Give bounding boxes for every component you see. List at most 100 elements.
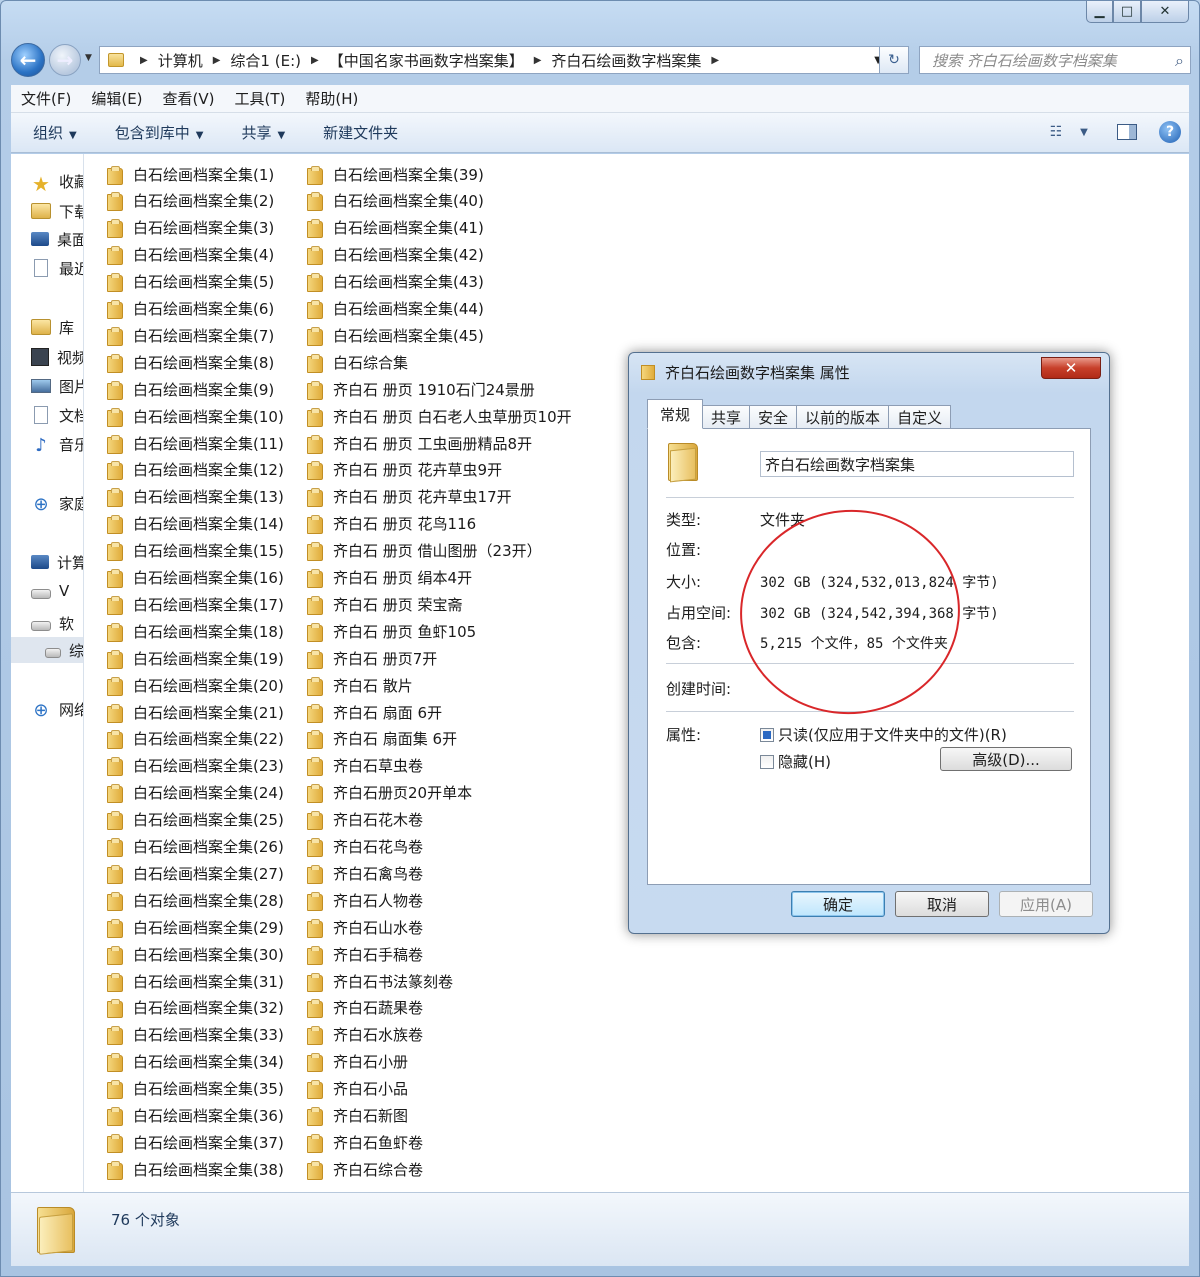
new-folder-button[interactable]: 新建文件夹 — [323, 122, 398, 143]
folder-item[interactable]: 齐白石草虫卷 — [307, 754, 423, 778]
folder-item[interactable]: 齐白石 扇面集 6开 — [307, 727, 457, 751]
folder-item[interactable]: 齐白石 册页 花卉草虫9开 — [307, 458, 502, 482]
search-icon[interactable]: ⌕ — [1175, 51, 1184, 71]
folder-item[interactable]: 白石绘画档案全集(3) — [107, 216, 274, 240]
menu-tools[interactable]: 工具(T) — [235, 88, 286, 109]
crumb-arrow-icon[interactable]: ▶ — [711, 55, 719, 66]
view-dropdown-icon[interactable]: ▼ — [1073, 122, 1095, 142]
folder-item[interactable]: 白石绘画档案全集(43) — [307, 270, 484, 294]
folder-item[interactable]: 白石绘画档案全集(6) — [107, 297, 274, 321]
nav-item[interactable]: 软 — [31, 610, 74, 636]
folder-item[interactable]: 白石绘画档案全集(35) — [107, 1077, 284, 1101]
nav-item[interactable]: ★ 收藏 — [31, 168, 83, 196]
menu-help[interactable]: 帮助(H) — [305, 88, 358, 109]
folder-item[interactable]: 白石绘画档案全集(14) — [107, 512, 284, 536]
folder-item[interactable]: 白石绘画档案全集(37) — [107, 1130, 284, 1154]
nav-item[interactable]: ♪ 音乐 — [31, 431, 83, 457]
nav-item[interactable]: ⊕ 网络 — [31, 696, 83, 722]
nav-item[interactable]: V — [31, 578, 69, 604]
folder-item[interactable]: 白石绘画档案全集(1) — [107, 162, 274, 186]
menu-file[interactable]: 文件(F) — [21, 88, 71, 109]
tab-previous-versions[interactable]: 以前的版本 — [796, 405, 890, 429]
nav-item[interactable]: 最近 — [31, 255, 83, 281]
folder-item[interactable]: 齐白石综合卷 — [307, 1157, 423, 1181]
folder-item[interactable]: 白石绘画档案全集(28) — [107, 888, 284, 912]
nav-item[interactable]: 计算 — [31, 549, 83, 575]
folder-item[interactable]: 齐白石花木卷 — [307, 808, 423, 832]
folder-item[interactable]: 白石绘画档案全集(21) — [107, 700, 284, 724]
nav-item[interactable]: 下载 — [31, 198, 83, 224]
close-button[interactable]: ✕ — [1141, 1, 1189, 23]
breadcrumb-collection[interactable]: 【中国名家书画数字档案集】 — [329, 50, 524, 71]
folder-item[interactable]: 白石综合集 — [307, 350, 408, 374]
menu-view[interactable]: 查看(V) — [163, 88, 215, 109]
folder-item[interactable]: 齐白石人物卷 — [307, 888, 423, 912]
tab-sharing[interactable]: 共享 — [702, 405, 751, 429]
folder-item[interactable]: 白石绘画档案全集(40) — [307, 189, 484, 213]
back-button[interactable]: ← — [11, 43, 45, 77]
view-mode-icon[interactable]: ☷ — [1045, 122, 1067, 142]
folder-item[interactable]: 白石绘画档案全集(5) — [107, 270, 274, 294]
folder-item[interactable]: 白石绘画档案全集(16) — [107, 566, 284, 590]
hidden-check-box[interactable] — [760, 754, 774, 769]
folder-item[interactable]: 齐白石 册页 鱼虾105 — [307, 619, 476, 643]
refresh-button[interactable]: ↻ — [879, 46, 909, 74]
folder-item[interactable]: 齐白石册页20开单本 — [307, 781, 472, 805]
folder-item[interactable]: 齐白石小品 — [307, 1077, 408, 1101]
folder-item[interactable]: 齐白石 扇面 6开 — [307, 700, 442, 724]
folder-item[interactable]: 白石绘画档案全集(26) — [107, 835, 284, 859]
apply-button[interactable]: 应用(A) — [999, 891, 1093, 917]
advanced-button[interactable]: 高级(D)... — [940, 747, 1072, 771]
tab-general[interactable]: 常规 — [647, 399, 704, 429]
folder-item[interactable]: 白石绘画档案全集(33) — [107, 1023, 284, 1047]
include-in-library-button[interactable]: 包含到库中 ▼ — [115, 122, 204, 143]
nav-item[interactable]: 视频 — [31, 344, 83, 370]
folder-item[interactable]: 齐白石山水卷 — [307, 915, 423, 939]
crumb-arrow-icon[interactable]: ▶ — [311, 55, 319, 66]
folder-item[interactable]: 白石绘画档案全集(17) — [107, 592, 284, 616]
tab-security[interactable]: 安全 — [749, 405, 798, 429]
minimize-button[interactable]: ▁ — [1086, 1, 1113, 23]
organize-button[interactable]: 组织 ▼ — [33, 122, 77, 143]
folder-item[interactable]: 白石绘画档案全集(22) — [107, 727, 284, 751]
folder-item[interactable]: 白石绘画档案全集(30) — [107, 942, 284, 966]
folder-item[interactable]: 白石绘画档案全集(11) — [107, 431, 284, 455]
crumb-arrow-icon[interactable]: ▶ — [213, 55, 221, 66]
help-icon[interactable]: ? — [1159, 121, 1181, 143]
nav-item[interactable]: 综 — [11, 637, 83, 663]
folder-item[interactable]: 白石绘画档案全集(34) — [107, 1050, 284, 1074]
nav-item[interactable]: ⊕ 家庭 — [31, 490, 83, 516]
folder-item[interactable]: 白石绘画档案全集(19) — [107, 646, 284, 670]
folder-item[interactable]: 白石绘画档案全集(31) — [107, 969, 284, 993]
folder-name-field[interactable]: 齐白石绘画数字档案集 — [760, 451, 1074, 477]
folder-item[interactable]: 白石绘画档案全集(44) — [307, 297, 484, 321]
folder-item[interactable]: 齐白石 册页 绢本4开 — [307, 566, 472, 590]
folder-item[interactable]: 白石绘画档案全集(36) — [107, 1104, 284, 1128]
folder-item[interactable]: 齐白石 册页7开 — [307, 646, 437, 670]
ok-button[interactable]: 确定 — [791, 891, 885, 917]
folder-item[interactable]: 白石绘画档案全集(24) — [107, 781, 284, 805]
folder-item[interactable]: 齐白石蔬果卷 — [307, 996, 423, 1020]
folder-item[interactable]: 白石绘画档案全集(20) — [107, 673, 284, 697]
readonly-check-box[interactable] — [760, 727, 774, 742]
hidden-checkbox[interactable]: 隐藏(H) — [760, 751, 831, 772]
folder-item[interactable]: 齐白石 册页 1910石门24景册 — [307, 377, 535, 401]
folder-item[interactable]: 齐白石小册 — [307, 1050, 408, 1074]
dialog-close-button[interactable]: ✕ — [1041, 357, 1101, 379]
folder-item[interactable]: 齐白石 散片 — [307, 673, 413, 697]
folder-item[interactable]: 齐白石 册页 白石老人虫草册页10开 — [307, 404, 572, 428]
folder-item[interactable]: 白石绘画档案全集(42) — [307, 243, 484, 267]
navigation-pane[interactable]: ★ 收藏下载桌面最近库视频图片文档 ♪ 音乐 ⊕ 家庭计算 V软综 ⊕ 网络 — [11, 154, 84, 1192]
folder-item[interactable]: 白石绘画档案全集(10) — [107, 404, 284, 428]
folder-item[interactable]: 齐白石花鸟卷 — [307, 835, 423, 859]
folder-item[interactable]: 白石绘画档案全集(32) — [107, 996, 284, 1020]
folder-item[interactable]: 白石绘画档案全集(45) — [307, 323, 484, 347]
readonly-checkbox[interactable]: 只读(仅应用于文件夹中的文件)(R) — [760, 724, 1007, 745]
folder-item[interactable]: 白石绘画档案全集(12) — [107, 458, 284, 482]
breadcrumb-drive[interactable]: 综合1 (E:) — [230, 50, 301, 71]
address-bar[interactable]: ▶ 计算机 ▶ 综合1 (E:) ▶ 【中国名家书画数字档案集】 ▶ 齐白石绘画… — [99, 46, 889, 74]
folder-item[interactable]: 白石绘画档案全集(27) — [107, 861, 284, 885]
folder-item[interactable]: 白石绘画档案全集(9) — [107, 377, 274, 401]
tab-customize[interactable]: 自定义 — [888, 405, 952, 429]
crumb-arrow-icon[interactable]: ▶ — [534, 55, 542, 66]
